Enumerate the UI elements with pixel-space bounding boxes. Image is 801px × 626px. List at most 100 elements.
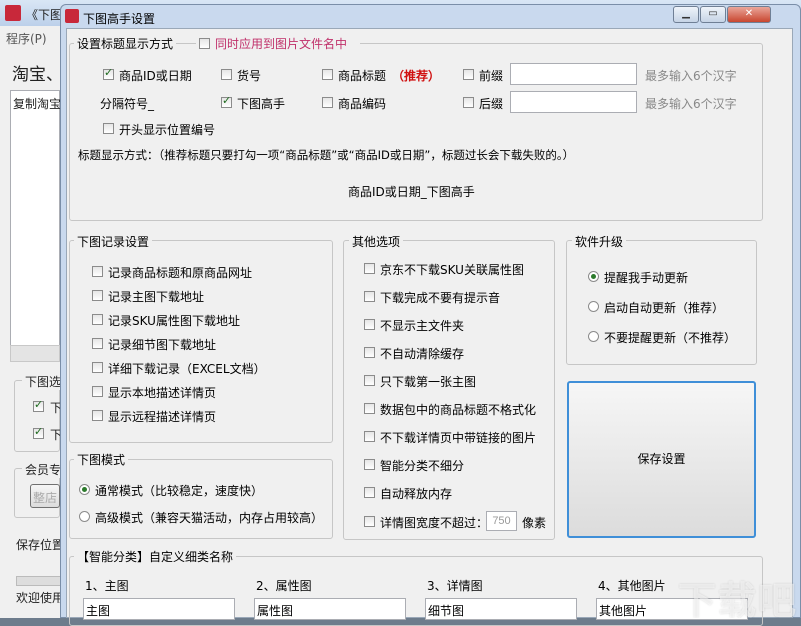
category-input-0[interactable]: 主图	[83, 598, 235, 620]
mode-item-1-radio[interactable]	[79, 511, 90, 522]
record-item-5-checkbox[interactable]	[92, 386, 103, 397]
mode-item-0-radio[interactable]	[79, 484, 90, 495]
background-section-label: 下图选	[22, 373, 65, 390]
other-item-8-label: 自动释放内存	[380, 487, 453, 501]
other-item-3-checkbox[interactable]	[364, 347, 375, 358]
title-preview: 商品ID或日期_下图高手	[348, 185, 475, 199]
record-item-2-checkbox[interactable]	[92, 314, 103, 325]
other-item-0-label: 京东不下载SKU关联属性图	[380, 263, 524, 277]
record-item-5-label: 显示本地描述详情页	[108, 386, 217, 400]
close-button[interactable]: ✕	[727, 6, 771, 23]
upgrade-item-2-radio[interactable]	[588, 331, 599, 342]
background-checkbox-1[interactable]	[33, 398, 44, 412]
category-header-2: 3、详情图	[427, 579, 483, 593]
save-location-label: 保存位置	[16, 538, 65, 552]
record-item-0-checkbox[interactable]	[92, 266, 103, 277]
record-item-3-checkbox[interactable]	[92, 338, 103, 349]
download-mode-legend: 下图模式	[74, 451, 129, 468]
record-item-6-checkbox[interactable]	[92, 410, 103, 421]
upgrade-item-0-label: 提醒我手动更新	[604, 271, 689, 285]
title-note: 标题显示方式：（推荐标题只要打勾一项“商品标题”或“商品ID或日期”，标题过长会…	[78, 148, 575, 162]
minimize-button[interactable]: ▁	[673, 6, 699, 23]
prefix-hint: 最多输入6个汉字	[645, 69, 737, 83]
separator-label: 分隔符号_	[100, 97, 155, 111]
prefix-checkbox[interactable]	[463, 69, 474, 80]
record-item-4-checkbox[interactable]	[92, 362, 103, 373]
record-item-6-label: 显示远程描述详情页	[108, 410, 217, 424]
record-settings-legend: 下图记录设置	[74, 233, 153, 250]
other-item-3-label: 不自动清除缓存	[380, 347, 465, 361]
dialog-title: 下图高手设置	[83, 12, 156, 26]
category-value-3: 其他图片	[599, 604, 648, 618]
suffix-hint: 最多输入6个汉字	[645, 97, 737, 111]
width-limit-label: 详情图宽度不超过：	[380, 516, 489, 530]
apply-filename-checkbox[interactable]	[199, 38, 210, 49]
save-settings-button[interactable]: 保存设置	[567, 381, 756, 538]
upgrade-item-1-label: 启动自动更新（推荐）	[604, 301, 725, 315]
category-header-1: 2、属性图	[256, 579, 312, 593]
record-item-0-label: 记录商品标题和原商品网址	[108, 266, 253, 280]
mode-item-0-label: 通常模式（比较稳定，速度快）	[95, 484, 264, 498]
dialog-title-bar[interactable]: 下图高手设置 ▁ ▭ ✕	[61, 5, 800, 27]
product-code-checkbox[interactable]	[322, 97, 333, 108]
downloader-checkbox[interactable]	[221, 94, 232, 108]
suffix-checkbox[interactable]	[463, 97, 474, 108]
record-item-1-checkbox[interactable]	[92, 290, 103, 301]
other-item-1-checkbox[interactable]	[364, 291, 375, 302]
other-item-4-checkbox[interactable]	[364, 375, 375, 386]
other-item-5-checkbox[interactable]	[364, 403, 375, 414]
prefix-input[interactable]	[510, 63, 637, 85]
other-item-5-label: 数据包中的商品标题不格式化	[380, 403, 537, 417]
category-header-0: 1、主图	[85, 579, 129, 593]
item-number-checkbox[interactable]	[221, 69, 232, 80]
category-input-1[interactable]: 属性图	[254, 598, 406, 620]
recommended-tag: （推荐）	[392, 69, 441, 83]
background-checkbox-2[interactable]	[33, 425, 44, 439]
other-item-8-checkbox[interactable]	[364, 487, 375, 498]
other-item-2-label: 不显示主文件夹	[380, 319, 465, 333]
software-upgrade-legend: 软件升级	[572, 233, 627, 250]
upgrade-item-1-radio[interactable]	[588, 301, 599, 312]
menu-program[interactable]: 程序(P)	[6, 30, 47, 47]
category-input-2[interactable]: 细节图	[425, 598, 577, 620]
apply-filename-label: 同时应用到图片文件名中	[215, 37, 348, 51]
background-title: 《下图	[26, 8, 63, 22]
background-scrollbar[interactable]	[10, 345, 60, 362]
background-textarea[interactable]: 复制淘宝	[10, 90, 61, 362]
other-item-6-checkbox[interactable]	[364, 431, 375, 442]
other-item-6-label: 不下载详情页中带链接的图片	[380, 431, 537, 445]
category-value-2: 细节图	[428, 604, 465, 618]
position-number-checkbox[interactable]	[103, 123, 114, 134]
background-member-label: 会员专	[22, 461, 65, 478]
welcome-text: 欢迎使用	[16, 591, 65, 605]
other-options-legend: 其他选项	[349, 233, 404, 250]
category-value-1: 属性图	[257, 604, 294, 618]
width-limit-checkbox[interactable]	[364, 516, 375, 527]
maximize-button[interactable]: ▭	[700, 6, 726, 23]
upgrade-item-2-label: 不要提醒更新（不推荐）	[604, 331, 737, 345]
other-item-4-label: 只下载第一张主图	[380, 375, 477, 389]
background-progress	[16, 576, 62, 586]
mode-item-1-label: 高级模式（兼容天猫活动，内存占用较高）	[95, 511, 324, 525]
record-item-4-label: 详细下载记录（EXCEL文档）	[108, 362, 266, 376]
other-item-0-checkbox[interactable]	[364, 263, 375, 274]
download-mode-group	[69, 459, 333, 539]
watermark-logo: 下载吧	[678, 579, 799, 618]
other-item-7-label: 智能分类不细分	[380, 459, 465, 473]
app-icon	[5, 5, 21, 21]
product-id-date-checkbox[interactable]	[103, 66, 114, 80]
other-item-2-checkbox[interactable]	[364, 319, 375, 330]
suffix-input[interactable]	[510, 91, 637, 113]
width-limit-input[interactable]	[486, 511, 517, 531]
upgrade-item-0-radio[interactable]	[588, 271, 599, 282]
category-names-legend: 【智能分类】自定义细类名称	[74, 548, 237, 565]
title-settings-legend: 设置标题显示方式	[74, 35, 177, 52]
other-item-1-label: 下载完成不要有提示音	[380, 291, 501, 305]
background-heading: 淘宝、	[12, 65, 63, 85]
dialog-app-icon	[65, 9, 79, 23]
other-item-7-checkbox[interactable]	[364, 459, 375, 470]
product-title-checkbox[interactable]	[322, 69, 333, 80]
record-item-3-label: 记录细节图下载地址	[108, 338, 217, 352]
category-value-0: 主图	[86, 604, 111, 618]
record-item-2-label: 记录SKU属性图下载地址	[108, 314, 240, 328]
